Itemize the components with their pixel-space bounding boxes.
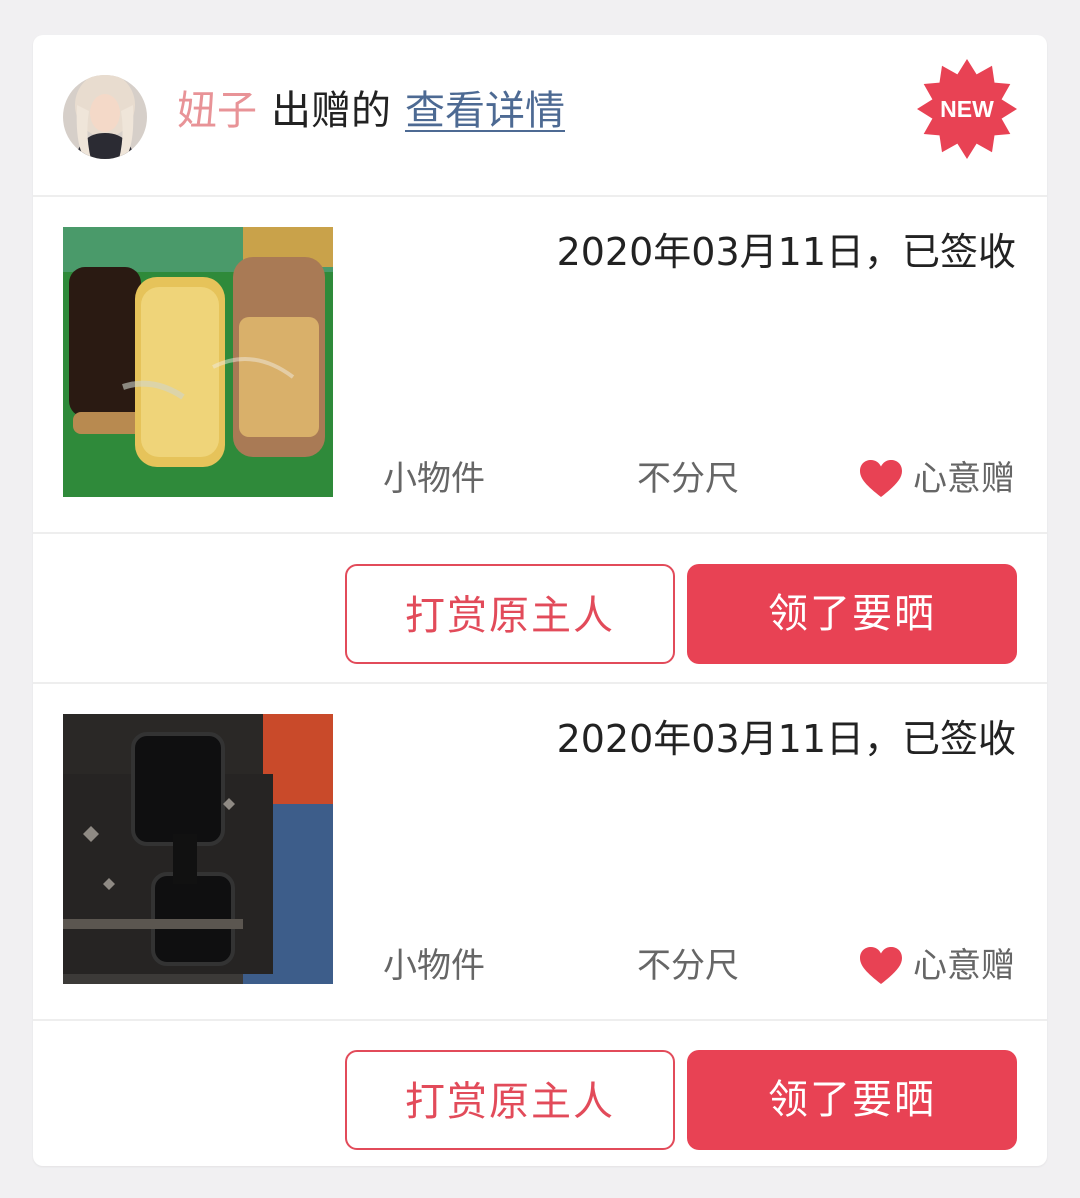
item-category: 小物件 [383, 946, 485, 986]
view-details-link[interactable]: 查看详情 [405, 88, 565, 134]
giver-name[interactable]: 妞子 [177, 88, 257, 134]
item-actions: 打赏原主人 领了要晒 [33, 1020, 1047, 1168]
gift-card: 妞子 出赠的 查看详情 NEW 2020年03月11日，已签收 小物件 不分尺 … [33, 35, 1047, 1166]
gift-type-label: 心意赠 [913, 459, 1015, 499]
gift-type-label: 心意赠 [913, 946, 1015, 986]
share-after-receive-button[interactable]: 领了要晒 [687, 1050, 1017, 1150]
item-photo[interactable] [63, 714, 333, 984]
gift-item[interactable]: 2020年03月11日，已签收 小物件 不分尺 心意赠 [33, 684, 1047, 1021]
heart-icon [860, 460, 902, 497]
item-size: 不分尺 [637, 946, 739, 986]
gift-type: 心意赠 [859, 457, 1015, 501]
card-header: 妞子 出赠的 查看详情 NEW [33, 35, 1047, 197]
sign-date-status: 2020年03月11日，已签收 [556, 230, 1016, 274]
reward-owner-button[interactable]: 打赏原主人 [345, 564, 675, 664]
giver-line: 妞子 出赠的 查看详情 [177, 83, 565, 139]
new-badge-label: NEW [940, 96, 994, 122]
sign-date-status: 2020年03月11日，已签收 [556, 717, 1016, 761]
share-after-receive-button[interactable]: 领了要晒 [687, 564, 1017, 664]
item-photo[interactable] [63, 227, 333, 497]
new-badge: NEW [917, 59, 1017, 159]
gift-type: 心意赠 [859, 944, 1015, 988]
avatar[interactable] [63, 75, 147, 159]
item-size: 不分尺 [637, 459, 739, 499]
giver-verb: 出赠的 [271, 88, 391, 134]
heart-icon [860, 947, 902, 984]
item-category: 小物件 [383, 459, 485, 499]
reward-owner-button[interactable]: 打赏原主人 [345, 1050, 675, 1150]
item-actions: 打赏原主人 领了要晒 [33, 534, 1047, 684]
gift-item[interactable]: 2020年03月11日，已签收 小物件 不分尺 心意赠 [33, 197, 1047, 534]
